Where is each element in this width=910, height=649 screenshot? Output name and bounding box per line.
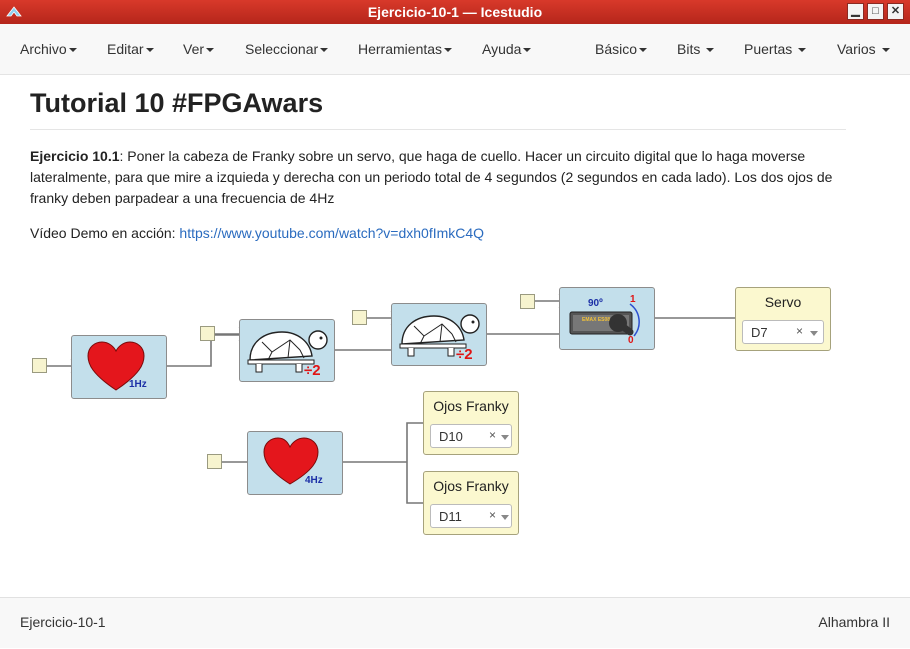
input-port[interactable] — [352, 310, 367, 325]
menu-bits[interactable]: Bits — [677, 41, 715, 57]
status-bar: Ejercicio-10-1 Alhambra II — [0, 597, 910, 648]
menu-editar[interactable]: Editar — [107, 41, 154, 57]
caret-down-icon — [639, 48, 648, 53]
menu-ver[interactable]: Ver — [183, 41, 215, 57]
title-bar: Ejercicio-10-1 — Icestudio ▁ □ ✕ — [0, 0, 910, 24]
menu-puertas[interactable]: Puertas — [744, 41, 807, 57]
servo-block[interactable]: EMAX ES08A 90º 1 0 — [559, 287, 655, 350]
heart-4hz-block[interactable]: 4Hz — [247, 431, 343, 495]
menu-archivo[interactable]: Archivo — [20, 41, 77, 57]
input-port[interactable] — [207, 454, 222, 469]
servo-one-label: 1 — [630, 294, 636, 305]
chevron-down-icon[interactable] — [501, 515, 509, 520]
caret-down-icon — [145, 48, 154, 53]
icestudio-logo-icon — [6, 6, 22, 17]
close-button[interactable]: ✕ — [887, 3, 904, 20]
minimize-icon: ▁ — [851, 5, 860, 17]
menu-basico[interactable]: Básico — [595, 41, 648, 57]
output-servo[interactable]: Servo D7 × — [735, 287, 831, 351]
output-eyes-2-title: Ojos Franky — [433, 478, 509, 494]
pin-select-value: D11 — [439, 509, 462, 524]
menu-ayuda[interactable]: Ayuda — [482, 41, 532, 57]
div2-label: ÷2 — [456, 346, 473, 363]
output-eyes-1-title: Ojos Franky — [433, 398, 509, 414]
status-filename: Ejercicio-10-1 — [20, 614, 106, 630]
clear-icon[interactable]: × — [489, 508, 496, 522]
pin-select-eyes-1[interactable]: D10 × — [430, 424, 512, 448]
servo-angle-label: 90º — [588, 298, 603, 309]
caret-down-icon — [798, 48, 807, 53]
chevron-down-icon[interactable] — [501, 435, 509, 440]
window-title: Ejercicio-10-1 — Icestudio — [367, 4, 543, 20]
pin-select-servo[interactable]: D7 × — [742, 320, 824, 344]
close-icon: ✕ — [890, 5, 901, 17]
caret-down-icon — [206, 48, 215, 53]
input-port[interactable] — [520, 294, 535, 309]
caret-down-icon — [881, 48, 890, 53]
heart-icon: 4Hz — [263, 437, 323, 486]
heart1-freq-label: 1Hz — [129, 379, 147, 390]
wire-heart2-eyes — [342, 422, 424, 504]
status-board[interactable]: Alhambra II — [818, 614, 890, 630]
caret-down-icon — [320, 48, 329, 53]
menu-herramientas[interactable]: Herramientas — [358, 41, 453, 57]
pin-select-eyes-2[interactable]: D11 × — [430, 504, 512, 528]
heart-1hz-block[interactable]: 1Hz — [71, 335, 167, 399]
heart2-freq-label: 4Hz — [305, 475, 323, 486]
clear-icon[interactable]: × — [796, 324, 803, 338]
output-servo-title: Servo — [764, 294, 802, 310]
turtle-icon: ÷2 — [399, 314, 480, 363]
menu-seleccionar[interactable]: Seleccionar — [245, 41, 329, 57]
servo-zero-label: 0 — [628, 335, 634, 346]
menu-bar: Archivo Editar Ver Seleccionar Herramien… — [0, 24, 910, 75]
output-eyes-2[interactable]: Ojos Franky D11 × — [423, 471, 519, 535]
output-eyes-1[interactable]: Ojos Franky D10 × — [423, 391, 519, 455]
pin-select-value: D10 — [439, 429, 463, 444]
clear-icon[interactable]: × — [489, 428, 496, 442]
caret-down-icon — [444, 48, 453, 53]
caret-down-icon — [706, 48, 715, 53]
input-port[interactable] — [200, 326, 215, 341]
caret-down-icon — [523, 48, 532, 53]
divider-block-1[interactable]: ÷2 — [239, 319, 335, 382]
chevron-down-icon[interactable] — [810, 331, 818, 336]
turtle-icon: ÷2 — [247, 330, 328, 379]
caret-down-icon — [68, 48, 77, 53]
maximize-icon: □ — [872, 5, 879, 17]
input-port[interactable] — [32, 358, 47, 373]
pin-select-value: D7 — [751, 325, 768, 340]
heart-icon: 1Hz — [87, 341, 147, 391]
maximize-button[interactable]: □ — [867, 3, 884, 20]
design-canvas[interactable]: Tutorial 10 #FPGAwars Ejercicio 10.1: Po… — [0, 75, 910, 597]
divider-block-2[interactable]: ÷2 — [391, 303, 487, 366]
div1-label: ÷2 — [304, 362, 321, 379]
menu-varios[interactable]: Varios — [837, 41, 890, 57]
servo-icon: EMAX ES08A 90º 1 0 — [569, 294, 640, 346]
minimize-button[interactable]: ▁ — [847, 3, 864, 20]
